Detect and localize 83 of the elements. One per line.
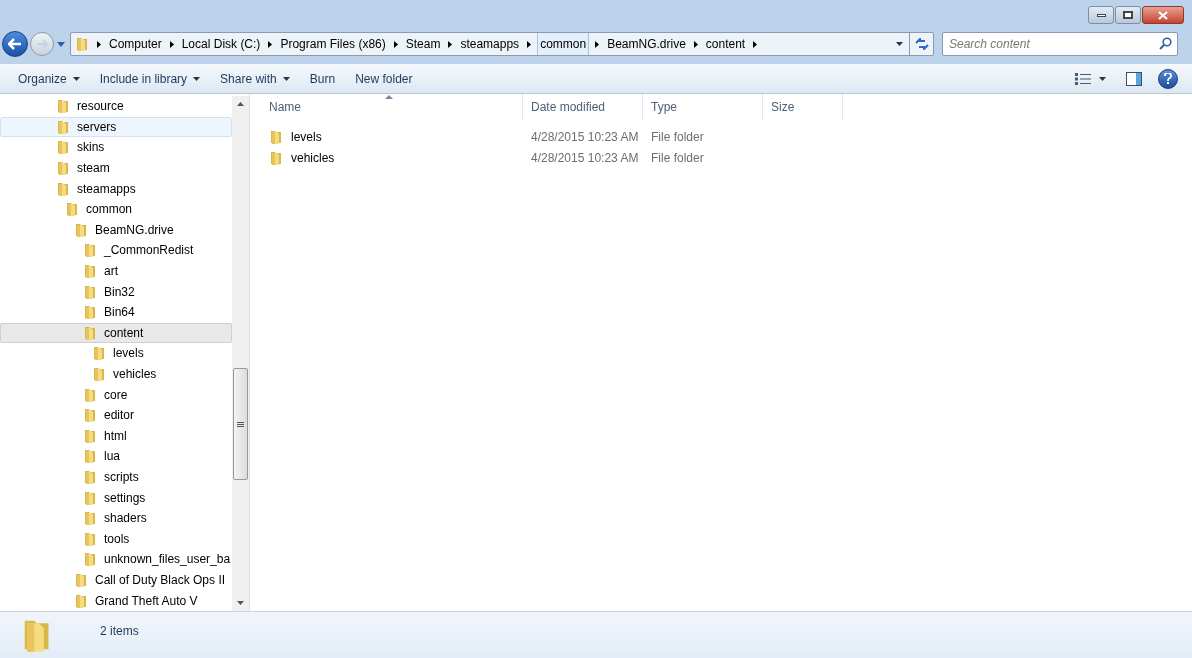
chevron-right-icon bbox=[527, 40, 532, 48]
toolbar-button[interactable]: New folder bbox=[345, 66, 423, 91]
tree-item[interactable]: Call of Duty Black Ops II bbox=[0, 569, 232, 591]
tree-item[interactable]: Bin64 bbox=[0, 301, 232, 323]
tree-item[interactable]: Bin32 bbox=[0, 281, 232, 302]
address-bar[interactable]: Computer Local Disk (C:) Program Files (x86) Steam steamapps common BeamNG.drive content bbox=[70, 32, 934, 56]
tree-item[interactable]: lua bbox=[0, 446, 232, 467]
close-button[interactable] bbox=[1142, 6, 1184, 24]
chevron-right-icon bbox=[693, 40, 698, 48]
tree-item[interactable]: editor bbox=[0, 404, 232, 426]
tree-item[interactable]: steamapps bbox=[0, 178, 232, 199]
column-header[interactable]: Size bbox=[763, 94, 843, 120]
back-button[interactable] bbox=[2, 31, 28, 57]
chevron-right-icon bbox=[268, 40, 273, 48]
breadcrumb[interactable]: BeamNG.drive bbox=[605, 33, 688, 55]
chevron-right-icon bbox=[448, 40, 453, 48]
column-header[interactable]: Type bbox=[643, 94, 763, 120]
tree-item[interactable]: scripts bbox=[0, 466, 232, 488]
breadcrumb[interactable]: Computer bbox=[107, 33, 164, 55]
breadcrumb[interactable]: Steam bbox=[403, 33, 443, 55]
refresh-icon bbox=[914, 38, 929, 50]
breadcrumb[interactable]: common bbox=[537, 33, 590, 55]
tree-item[interactable]: unknown_files_user_ba bbox=[0, 549, 232, 570]
toolbar-button[interactable]: Include in library bbox=[89, 66, 211, 91]
scroll-up-icon bbox=[237, 102, 244, 106]
tree-item[interactable]: skins bbox=[0, 137, 232, 158]
minimize-button[interactable] bbox=[1088, 6, 1114, 24]
tree-item[interactable]: Grand Theft Auto V bbox=[0, 590, 232, 611]
column-header[interactable]: Name bbox=[261, 94, 523, 120]
chevron-right-icon bbox=[595, 40, 600, 48]
arrow-left-icon bbox=[8, 38, 22, 50]
caret-icon bbox=[1099, 76, 1106, 81]
column-header[interactable]: Date modified bbox=[523, 94, 643, 120]
toolbar-button[interactable]: Burn bbox=[299, 66, 346, 91]
chevron-right-icon bbox=[97, 40, 101, 48]
minimize-icon bbox=[1096, 13, 1106, 17]
tree-item[interactable]: BeamNG.drive bbox=[0, 219, 232, 241]
tree-item[interactable]: settings bbox=[0, 487, 232, 508]
tree-item[interactable]: servers bbox=[0, 116, 232, 138]
tree-item[interactable]: levels bbox=[0, 343, 232, 364]
item-count: 2 items bbox=[100, 623, 139, 640]
scrollbar-thumb[interactable] bbox=[233, 368, 248, 480]
close-icon bbox=[1158, 10, 1168, 20]
scroll-down-icon bbox=[237, 601, 244, 605]
caret-icon bbox=[57, 41, 65, 47]
file-type: File folder bbox=[650, 128, 705, 146]
list-view-icon bbox=[1075, 72, 1091, 85]
breadcrumb[interactable]: Program Files (x86) bbox=[278, 33, 388, 55]
tree-item[interactable]: resource bbox=[0, 96, 232, 117]
tree-item[interactable]: shaders bbox=[0, 507, 232, 529]
date-modified: 4/28/2015 10:23 AM bbox=[530, 128, 640, 146]
tree-item[interactable]: _CommonRedist bbox=[0, 240, 232, 261]
date-modified: 4/28/2015 10:23 AM bbox=[530, 149, 640, 167]
toolbar-button[interactable]: Share with bbox=[210, 66, 300, 91]
arrow-right-icon bbox=[36, 39, 48, 49]
tree-item[interactable]: steam bbox=[0, 157, 232, 179]
breadcrumb[interactable]: Local Disk (C:) bbox=[179, 33, 263, 55]
grip-icon bbox=[237, 421, 244, 427]
help-button[interactable] bbox=[1158, 68, 1178, 89]
search-icon bbox=[1159, 37, 1172, 50]
breadcrumb[interactable]: content bbox=[703, 33, 748, 55]
chevron-right-icon bbox=[393, 40, 398, 48]
tree-item[interactable]: core bbox=[0, 384, 232, 405]
toolbar-button[interactable]: Organize bbox=[8, 66, 90, 91]
file-name[interactable]: levels bbox=[291, 127, 322, 146]
tree-item[interactable]: vehicles bbox=[0, 363, 232, 385]
maximize-icon bbox=[1123, 11, 1133, 19]
tree-item[interactable]: html bbox=[0, 425, 232, 447]
help-icon bbox=[1164, 73, 1172, 84]
chevron-right-icon bbox=[169, 40, 174, 48]
caret-icon bbox=[896, 42, 903, 46]
preview-pane-icon bbox=[1126, 71, 1142, 86]
chevron-right-icon bbox=[753, 40, 758, 48]
tree-item[interactable]: content bbox=[0, 322, 232, 344]
file-type: File folder bbox=[650, 149, 705, 167]
breadcrumb[interactable]: steamapps bbox=[458, 33, 522, 55]
tree-item[interactable]: art bbox=[0, 260, 232, 282]
search-field[interactable]: Search content bbox=[942, 32, 1178, 56]
maximize-button[interactable] bbox=[1115, 6, 1141, 24]
file-name[interactable]: vehicles bbox=[291, 148, 335, 167]
tree-item[interactable]: common bbox=[0, 198, 232, 220]
scrollbar[interactable] bbox=[232, 96, 249, 611]
tree-item[interactable]: tools bbox=[0, 528, 232, 550]
